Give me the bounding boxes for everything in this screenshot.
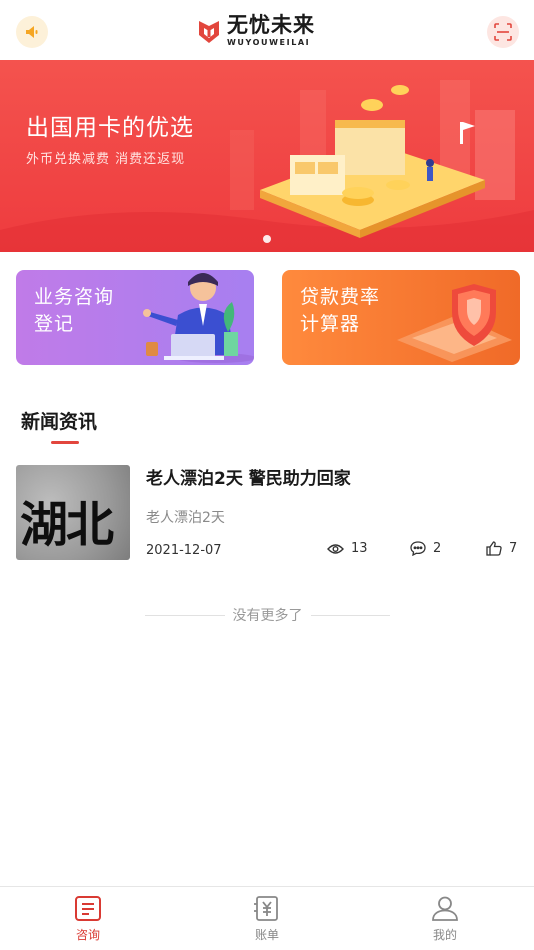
news-date: 2021-12-07 [146, 543, 222, 558]
scan-icon [494, 23, 512, 41]
user-icon [432, 896, 458, 921]
bill-icon [254, 896, 278, 921]
consultation-label-line1: 业务咨询 [34, 286, 115, 308]
app-header: 无忧未来 WUYOUWEILAI [0, 0, 534, 60]
tab-consult[interactable]: 咨询 [53, 895, 123, 949]
section-title-underline [51, 441, 79, 444]
loan-calculator-card[interactable]: 贷款费率 计算器 [282, 270, 520, 365]
banner-title: 出国用卡的优选 [26, 115, 194, 141]
comment-icon [410, 541, 426, 556]
likes-count: 7 [509, 541, 518, 556]
no-more-text: 没有更多了 [232, 608, 303, 624]
divider-left [145, 614, 225, 616]
news-comments[interactable]: 2 [410, 541, 441, 556]
logo-mark-icon [199, 21, 219, 43]
logo-cn-text: 无忧未来 [227, 13, 315, 37]
announcement-button[interactable] [16, 16, 48, 48]
news-thumbnail-text: 湖北 [20, 497, 114, 553]
consultation-card[interactable]: 业务咨询 登记 [16, 270, 254, 365]
news-views: 13 [327, 541, 368, 556]
speaker-icon [26, 26, 38, 38]
news-section-title: 新闻资讯 [21, 411, 98, 433]
news-title[interactable]: 老人漂泊2天 警民助力回家 [146, 464, 351, 489]
promo-banner[interactable]: 出国用卡的优选 外币兑换减费 消费还返现 [0, 60, 534, 252]
consultation-label-line2: 登记 [34, 313, 75, 335]
divider-right [310, 614, 390, 616]
thumbs-up-icon [486, 541, 502, 556]
bottom-tab-bar: 咨询 账单 我的 [0, 886, 534, 950]
tab-consult-label: 咨询 [75, 928, 100, 942]
news-summary: 老人漂泊2天 [146, 510, 225, 526]
tab-mine-label: 我的 [432, 928, 457, 942]
banner-subtitle: 外币兑换减费 消费还返现 [26, 152, 186, 167]
scan-button[interactable] [487, 16, 519, 48]
logo-en-text: WUYOUWEILAI [227, 38, 311, 47]
eye-icon [327, 543, 344, 554]
views-count: 13 [351, 541, 368, 556]
loan-calculator-label-line1: 贷款费率 [300, 286, 381, 308]
app-logo: 无忧未来 WUYOUWEILAI [197, 14, 315, 48]
carousel-dot[interactable] [263, 235, 271, 243]
tab-mine[interactable]: 我的 [410, 895, 480, 949]
news-likes[interactable]: 7 [486, 541, 517, 556]
tab-bill-label: 账单 [254, 928, 279, 942]
document-icon [75, 896, 101, 921]
tab-bill[interactable]: 账单 [232, 895, 302, 949]
carousel-indicator [0, 235, 534, 245]
comments-count: 2 [433, 541, 442, 556]
loan-calculator-label-line2: 计算器 [300, 313, 361, 335]
news-thumbnail[interactable]: 湖北 [16, 465, 130, 560]
no-more-indicator: 没有更多了 [145, 604, 390, 626]
